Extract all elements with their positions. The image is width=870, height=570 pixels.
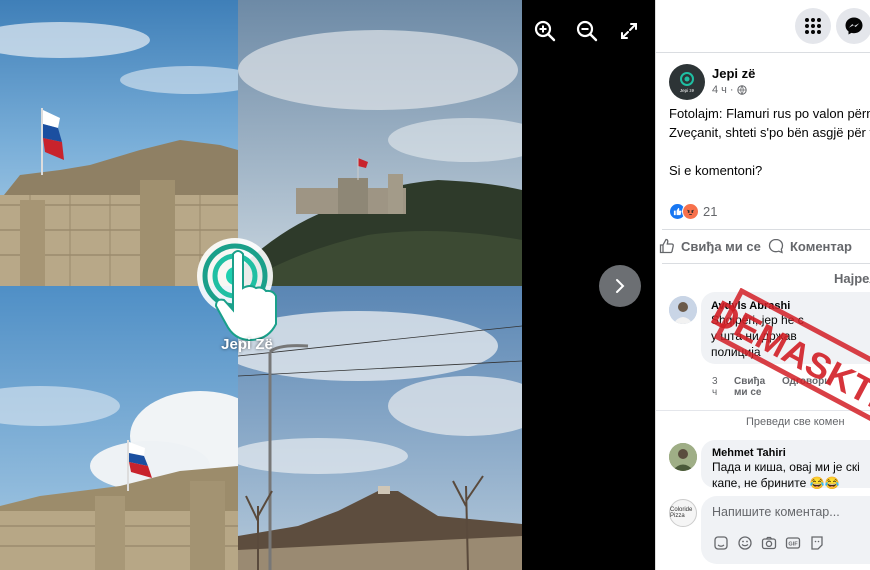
emoji-icon[interactable]: [737, 535, 753, 551]
sticker-icon[interactable]: [713, 535, 729, 551]
reactions-divider: [662, 229, 870, 230]
svg-text:GIF: GIF: [788, 542, 798, 548]
post-side-panel: Jepi zë Jepi zë 4 ч · Fotolajm: Flamuri …: [655, 0, 870, 570]
comment-text-line: Пада и киша, овај ми је скі: [712, 460, 860, 474]
tap-hand-icon: [197, 238, 277, 342]
comment-sort-dropdown[interactable]: Најрел: [834, 271, 870, 286]
see-translations-link[interactable]: Преведи све комен: [746, 416, 845, 428]
fullscreen-icon: [621, 23, 637, 39]
angry-icon: [682, 203, 699, 220]
jepi-ze-watermark: Jepi Zë: [188, 236, 306, 364]
post-text-line-2: Zveçanit, shteti s'po bën asgjë për t: [669, 125, 870, 140]
meta-dot: ·: [729, 84, 734, 96]
photo-viewer: Jepi Zë: [0, 0, 655, 570]
like-label: Свиђа ми се: [681, 238, 761, 254]
comment-time[interactable]: 3 ч: [712, 376, 722, 398]
zoom-out-icon: [576, 20, 598, 42]
actions-divider: [662, 263, 870, 264]
comment-like-button[interactable]: Свиђа ми се: [734, 376, 770, 398]
page-logo-icon: Jepi zë: [680, 72, 695, 93]
like-button[interactable]: Свиђа ми се: [659, 238, 761, 254]
camera-icon[interactable]: [761, 535, 777, 551]
post-text-line-3: Si e komentoni?: [669, 163, 763, 178]
fullscreen-button[interactable]: [616, 18, 642, 44]
header-divider: [656, 52, 870, 53]
comment-text-line: капе, не брините 😂😂: [712, 476, 840, 490]
comment-label: Коментар: [790, 238, 852, 254]
comment-text-line: у шта ни држав: [711, 329, 797, 343]
svg-text:Jepi zë: Jepi zë: [680, 88, 695, 93]
post-meta: 4 ч ·: [712, 84, 747, 96]
globe-icon: [736, 85, 747, 95]
comment-text-line: Shqipëri, jep he c: [711, 313, 804, 327]
commenter-avatar[interactable]: [669, 296, 697, 324]
watermark-text: Jepi Zë: [221, 336, 273, 353]
page-name[interactable]: Jepi zë: [712, 66, 755, 81]
avatar-sticker-icon[interactable]: [809, 535, 825, 551]
comment-button[interactable]: Коментар: [768, 238, 852, 254]
zoom-in-icon: [534, 20, 556, 42]
comment-author[interactable]: Mehmet Tahiri: [712, 447, 870, 459]
photo-collage[interactable]: Jepi Zë: [0, 0, 522, 570]
page-avatar[interactable]: Jepi zë: [669, 64, 705, 100]
reaction-count: 21: [703, 204, 718, 219]
comment-icon: [768, 238, 784, 254]
next-photo-button[interactable]: [599, 265, 641, 307]
comment-reply-button[interactable]: Одговори: [782, 376, 830, 398]
thumbs-up-icon: [659, 238, 674, 254]
post-text: Fotolajm: Flamuri rus po valon përm Zveç…: [669, 104, 870, 180]
comment-text-line: полиција: [711, 345, 761, 359]
comment-bubble: Mehmet Tahiri Пада и киша, овај ми је ск…: [701, 440, 870, 490]
chevron-right-icon: [616, 279, 625, 293]
comment-author[interactable]: Avdyls Abrashi: [711, 300, 870, 312]
comment-meta: 3 ч Свиђа ми се Одговори: [712, 376, 830, 398]
zoom-in-button[interactable]: [532, 18, 558, 44]
menu-button[interactable]: [795, 8, 831, 44]
composer-avatar[interactable]: Coloride Pizza: [669, 499, 697, 527]
post-time[interactable]: 4 ч: [712, 84, 727, 96]
messenger-button[interactable]: [836, 8, 870, 44]
comment-bubble: Avdyls Abrashi Shqipëri, jep he c у шта …: [701, 292, 870, 364]
post-text-line-1: Fotolajm: Flamuri rus po valon përm: [669, 106, 870, 121]
grid-menu-icon: [805, 18, 821, 34]
reactions-summary[interactable]: 21: [669, 203, 717, 220]
comment-composer: GIF: [701, 496, 870, 564]
comments-divider: [656, 410, 870, 411]
zoom-out-button[interactable]: [574, 18, 600, 44]
commenter-avatar[interactable]: [669, 443, 697, 471]
messenger-icon: [845, 17, 863, 35]
comment-input[interactable]: [712, 505, 870, 519]
gif-icon[interactable]: GIF: [785, 535, 801, 551]
